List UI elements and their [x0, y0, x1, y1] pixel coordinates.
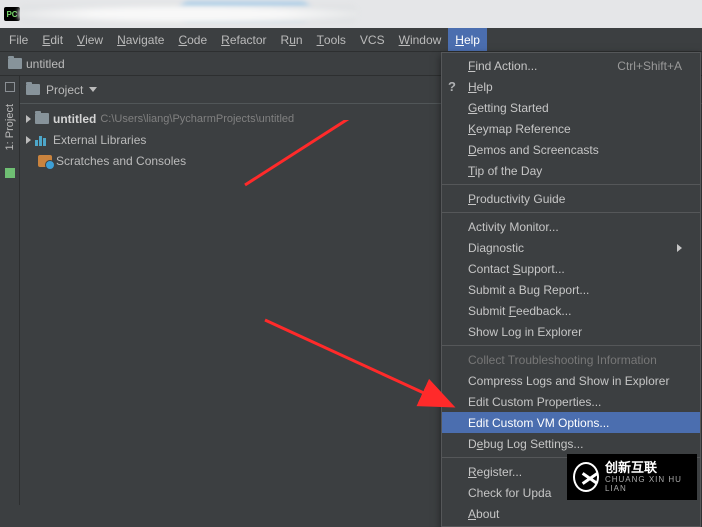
watermark-badge: 创新互联 CHUANG XIN HU LIAN — [567, 454, 697, 500]
menu-item-diagnostic[interactable]: Diagnostic — [442, 237, 700, 258]
gutter-square-icon[interactable] — [5, 82, 15, 92]
menu-code[interactable]: Code — [171, 28, 214, 51]
menu-separator — [442, 345, 700, 346]
chevron-down-icon[interactable] — [89, 87, 97, 92]
question-icon: ? — [448, 79, 456, 94]
menu-help[interactable]: Help — [448, 28, 487, 51]
titlebar-blur — [18, 5, 358, 23]
expand-icon[interactable] — [26, 115, 31, 123]
folder-icon — [26, 84, 40, 95]
shortcut-label: Ctrl+Shift+A — [617, 59, 682, 73]
menu-navigate[interactable]: Navigate — [110, 28, 171, 51]
menu-item-tip[interactable]: Tip of the Day — [442, 160, 700, 181]
menu-vcs[interactable]: VCS — [353, 28, 392, 51]
watermark-brand: 创新互联 — [605, 461, 691, 475]
menu-item-demos[interactable]: Demos and Screencasts — [442, 139, 700, 160]
folder-icon — [8, 58, 22, 69]
project-name: untitled — [53, 112, 96, 126]
folder-icon — [35, 113, 49, 124]
window-titlebar: PC — [0, 0, 702, 28]
menu-item-debug-log[interactable]: Debug Log Settings... — [442, 433, 700, 454]
menu-item-collect: Collect Troubleshooting Information — [442, 349, 700, 370]
menu-item-support[interactable]: Contact Support... — [442, 258, 700, 279]
menu-run[interactable]: Run — [274, 28, 310, 51]
menu-edit[interactable]: Edit — [35, 28, 70, 51]
scratches-icon — [38, 155, 52, 167]
project-view-label[interactable]: Project — [46, 83, 83, 97]
expand-icon[interactable] — [26, 136, 31, 144]
project-path: C:\Users\liang\PycharmProjects\untitled — [100, 113, 294, 125]
menu-file[interactable]: File — [2, 28, 35, 51]
menu-item-compress[interactable]: Compress Logs and Show in Explorer — [442, 370, 700, 391]
menu-item-showlog[interactable]: Show Log in Explorer — [442, 321, 700, 342]
main-menu-bar: File Edit View Navigate Code Refactor Ru… — [0, 28, 702, 52]
watermark-logo-icon — [573, 462, 599, 492]
library-icon — [35, 134, 49, 146]
tree-label: External Libraries — [53, 133, 146, 147]
menu-separator — [442, 212, 700, 213]
left-gutter: 1: Project — [0, 76, 20, 505]
menu-item-productivity[interactable]: Productivity Guide — [442, 188, 700, 209]
submenu-arrow-icon — [677, 244, 682, 252]
menu-item-custom-properties[interactable]: Edit Custom Properties... — [442, 391, 700, 412]
menu-tools[interactable]: Tools — [310, 28, 353, 51]
menu-item-custom-vm-options[interactable]: Edit Custom VM Options... — [442, 412, 700, 433]
menu-item-about[interactable]: About — [442, 503, 700, 524]
watermark-sub: CHUANG XIN HU LIAN — [605, 475, 691, 493]
tool-window-tab-project[interactable]: 1: Project — [4, 100, 16, 154]
menu-separator — [442, 184, 700, 185]
gutter-square-icon[interactable] — [5, 168, 15, 178]
menu-item-activity-monitor[interactable]: Activity Monitor... — [442, 216, 700, 237]
menu-item-getting-started[interactable]: Getting Started — [442, 97, 700, 118]
tree-label: Scratches and Consoles — [56, 154, 186, 168]
breadcrumb-project[interactable]: untitled — [26, 57, 65, 71]
menu-view[interactable]: View — [70, 28, 110, 51]
menu-item-find-action[interactable]: Find Action...Ctrl+Shift+A — [442, 55, 700, 76]
menu-item-help[interactable]: ?Help — [442, 76, 700, 97]
menu-item-bug[interactable]: Submit a Bug Report... — [442, 279, 700, 300]
menu-window[interactable]: Window — [392, 28, 449, 51]
menu-item-keymap[interactable]: Keymap Reference — [442, 118, 700, 139]
menu-item-feedback[interactable]: Submit Feedback... — [442, 300, 700, 321]
menu-refactor[interactable]: Refactor — [214, 28, 273, 51]
